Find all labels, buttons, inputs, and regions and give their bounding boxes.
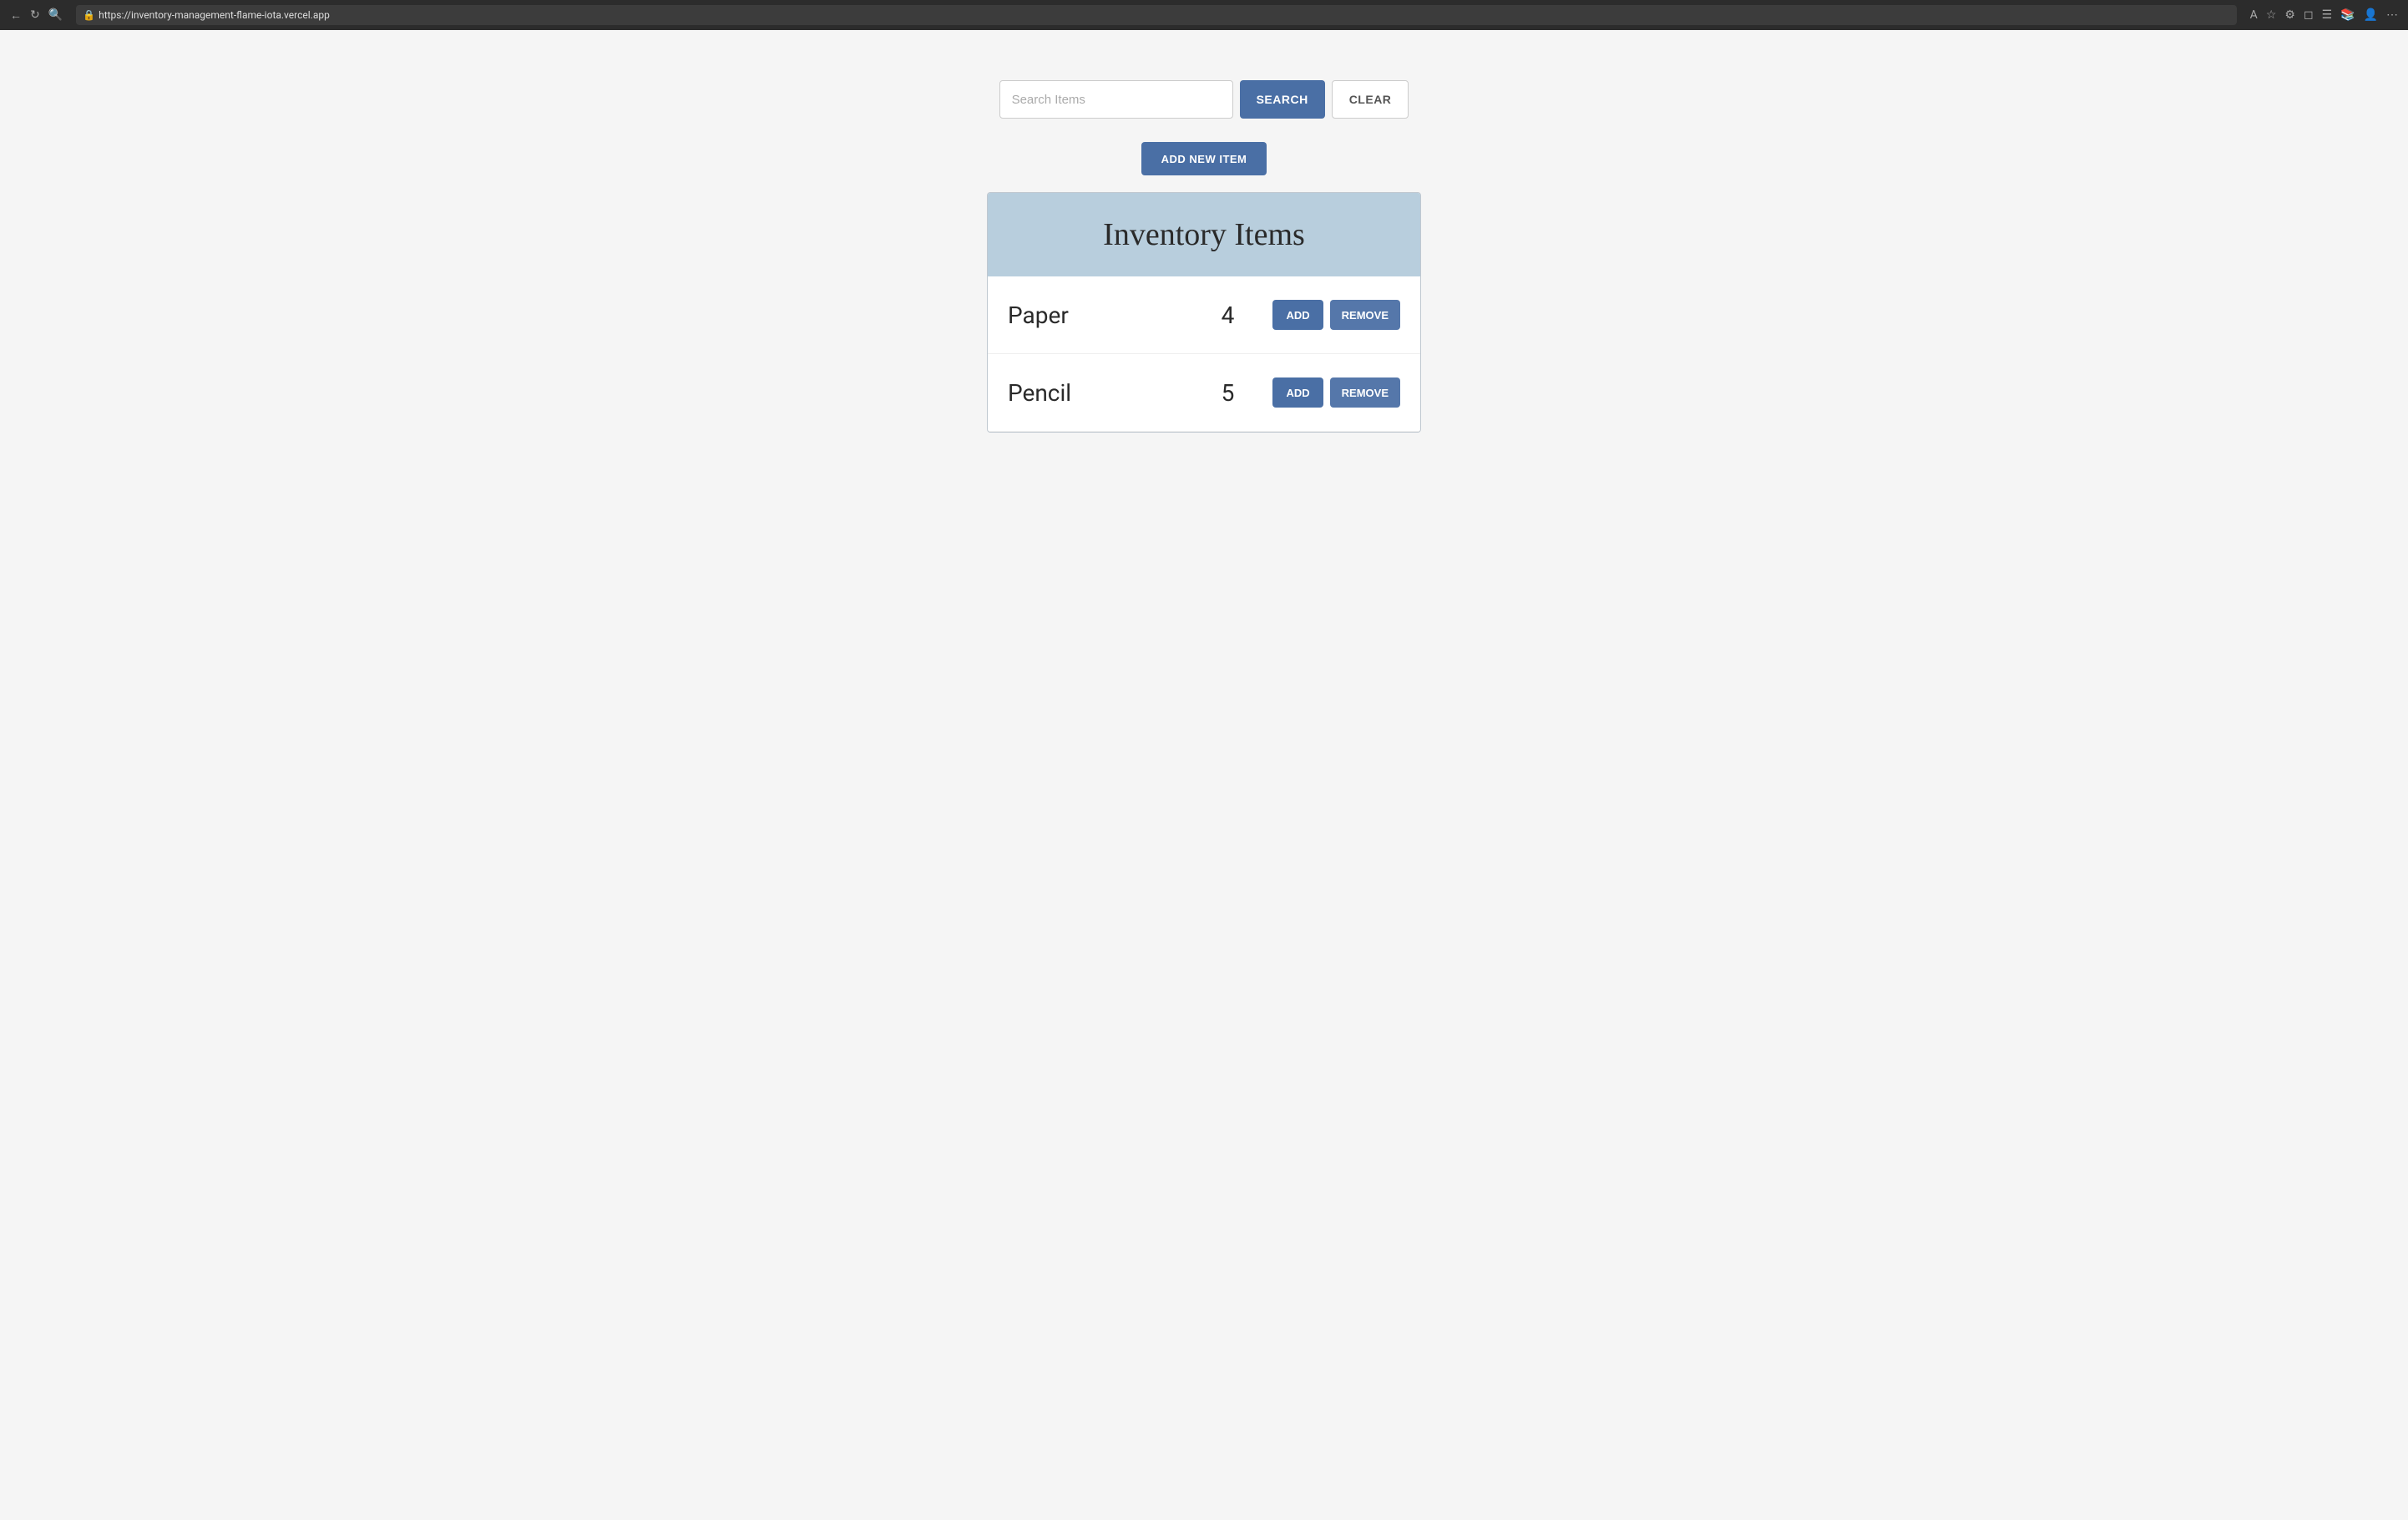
remove-quantity-button[interactable]: REMOVE — [1330, 300, 1400, 330]
inventory-header: Inventory Items — [988, 193, 1420, 276]
browser-nav-controls: ← ↻ 🔍 — [10, 8, 63, 23]
split-icon[interactable]: ◻ — [2304, 8, 2314, 22]
lock-icon: 🔒 — [83, 9, 95, 21]
address-bar[interactable]: 🔒 https://inventory-management-flame-iot… — [76, 5, 2237, 25]
browser-chrome: ← ↻ 🔍 🔒 https://inventory-management-fla… — [0, 0, 2408, 30]
table-row: Paper 4 ADD REMOVE — [988, 276, 1420, 354]
inventory-body: Paper 4 ADD REMOVE Pencil 5 ADD REMOVE — [988, 276, 1420, 432]
table-row: Pencil 5 ADD REMOVE — [988, 354, 1420, 432]
favorites-icon[interactable]: ☰ — [2322, 8, 2333, 22]
clear-button[interactable]: CLEAR — [1332, 80, 1409, 119]
collections-icon[interactable]: 📚 — [2340, 8, 2355, 22]
add-quantity-button[interactable]: ADD — [1272, 377, 1323, 408]
back-icon[interactable]: ← — [10, 8, 22, 23]
remove-quantity-button[interactable]: REMOVE — [1330, 377, 1400, 408]
inventory-title: Inventory Items — [1004, 216, 1404, 253]
page-content: SEARCH CLEAR ADD NEW ITEM Inventory Item… — [0, 30, 2408, 1520]
search-input[interactable] — [999, 80, 1233, 119]
item-quantity: 4 — [1202, 301, 1252, 329]
browser-right-controls: A ☆ ⚙ ◻ ☰ 📚 👤 ⋯ — [2250, 8, 2398, 22]
refresh-icon[interactable]: ↻ — [30, 8, 40, 22]
extensions-icon[interactable]: ⚙ — [2284, 8, 2295, 22]
item-actions: ADD REMOVE — [1272, 300, 1400, 330]
item-name: Paper — [1008, 301, 1202, 329]
item-name: Pencil — [1008, 379, 1202, 407]
search-button[interactable]: SEARCH — [1240, 80, 1325, 119]
bookmark-icon[interactable]: ☆ — [2266, 8, 2277, 22]
inventory-container: Inventory Items Paper 4 ADD REMOVE Penci… — [987, 192, 1421, 433]
item-actions: ADD REMOVE — [1272, 377, 1400, 408]
url-text: https://inventory-management-flame-iota.… — [99, 9, 330, 21]
font-icon[interactable]: A — [2250, 8, 2258, 22]
search-section: SEARCH CLEAR — [999, 80, 1409, 119]
menu-icon[interactable]: ⋯ — [2386, 8, 2398, 22]
search-icon[interactable]: 🔍 — [48, 8, 63, 22]
add-new-item-button[interactable]: ADD NEW ITEM — [1141, 142, 1267, 175]
add-quantity-button[interactable]: ADD — [1272, 300, 1323, 330]
profile-icon[interactable]: 👤 — [2364, 8, 2378, 22]
item-quantity: 5 — [1202, 379, 1252, 407]
